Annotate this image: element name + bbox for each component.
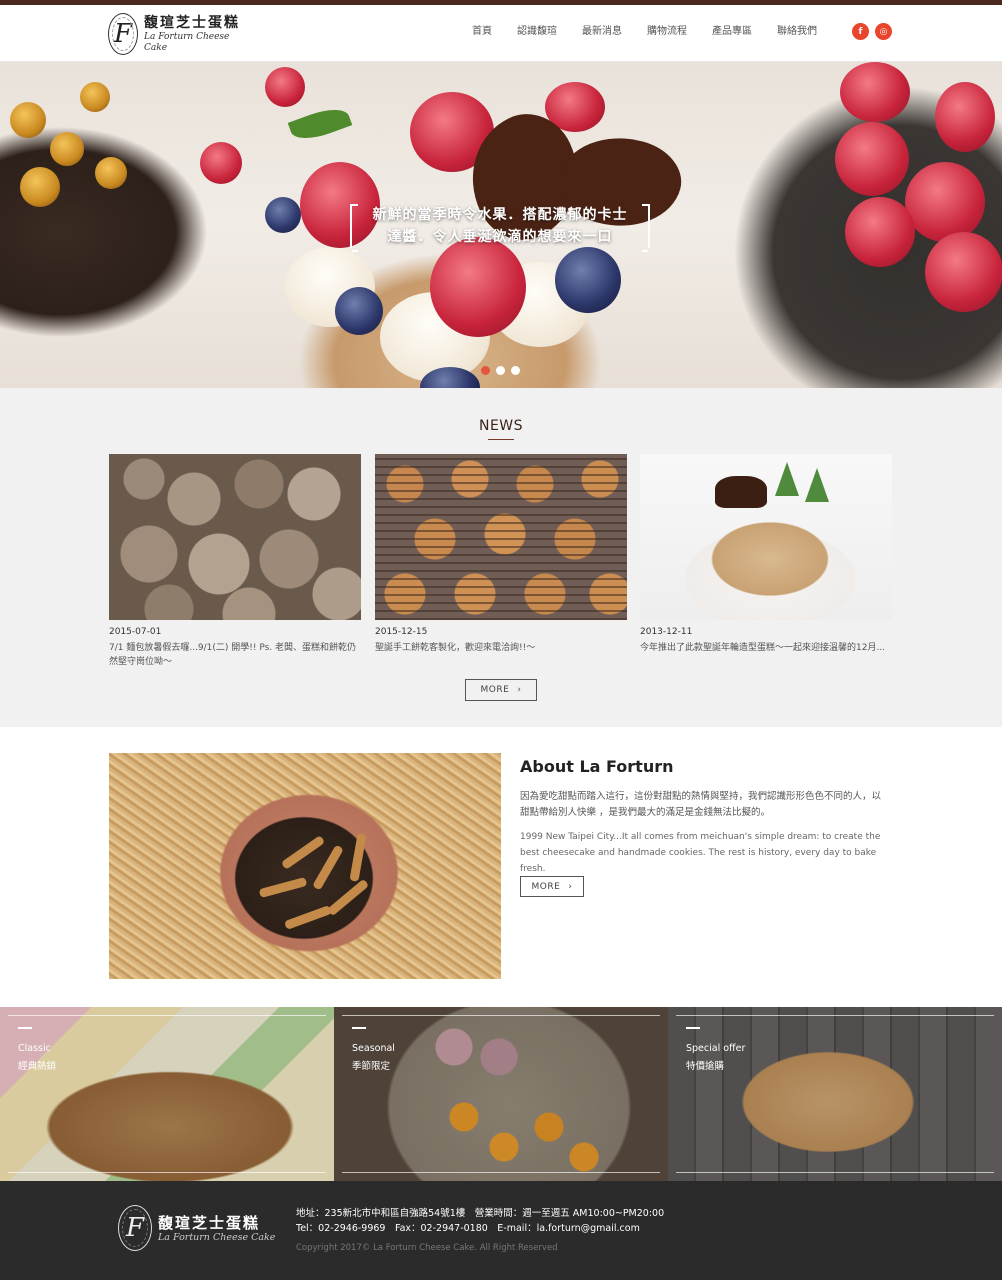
hero-caption-line-2: 達醬．令人垂涎欲滴的想要來一口	[387, 229, 613, 245]
site-header: F 馥瑄芝士蛋糕 La Forturn Cheese Cake 首頁 認識馥瑄 …	[0, 5, 1002, 62]
decor-blueberry	[335, 287, 383, 335]
site-logo[interactable]: F 馥瑄芝士蛋糕 La Forturn Cheese Cake	[108, 11, 248, 57]
news-date: 2013-12-11	[640, 627, 693, 637]
about-text-zh: 因為愛吃甜點而踏入這行，這份對甜點的熱情與堅持，我們認識形形色色不同的人，以甜點…	[520, 791, 882, 818]
social-links: f ◎	[852, 23, 898, 40]
news-image-bread[interactable]	[109, 454, 361, 620]
decor-raspberry	[430, 237, 526, 337]
news-more-button[interactable]: MORE ›	[465, 679, 537, 701]
news-card[interactable]: 2015-07-01 7/1 麵包放暑假去囉...9/1(二) 開學!! Ps.…	[109, 454, 361, 669]
decor-nut	[50, 132, 84, 166]
about-image	[109, 753, 501, 979]
category-accent-bar	[18, 1027, 32, 1029]
footer-phone-email: Tel：02-2946-9969 Fax：02-2947-0180 E-mail…	[296, 1223, 640, 1234]
nav-about[interactable]: 認識馥瑄	[517, 25, 557, 39]
slider-dots	[481, 366, 526, 375]
footer-address: 地址：235新北市中和區自強路54號1樓 營業時間：週一至週五 AM10:00~…	[296, 1208, 665, 1219]
news-excerpt[interactable]: 今年推出了此款聖誕年輪造型蛋糕～一起來迎接溫馨的12月...	[640, 641, 892, 655]
nav-shopping-process[interactable]: 購物流程	[647, 25, 687, 39]
footer-contact-info: 地址：235新北市中和區自強路54號1樓 營業時間：週一至週五 AM10:00~…	[296, 1206, 664, 1236]
nav-products[interactable]: 產品專區	[712, 25, 752, 39]
decor-nut	[80, 82, 110, 112]
category-accent-bar	[352, 1027, 366, 1029]
footer-logo[interactable]: F 馥瑄芝士蛋糕 La Forturn Cheese Cake	[118, 1205, 275, 1251]
hero-slider: 新鮮的當季時令水果．搭配濃郁的卡士 達醬．令人垂涎欲滴的想要來一口	[0, 62, 1002, 388]
decor-mint-leaf	[287, 102, 353, 146]
logo-emblem: F	[118, 1205, 152, 1251]
category-label-zh: 特價搶購	[686, 1061, 725, 1072]
hero-caption: 新鮮的當季時令水果．搭配濃郁的卡士 達醬．令人垂涎欲滴的想要來一口	[350, 204, 650, 252]
category-seasonal[interactable]: Seasonal 季節限定	[334, 1007, 668, 1181]
decor-hands-bowl	[109, 753, 501, 979]
decor-raspberry	[905, 162, 985, 242]
news-heading-underline	[488, 439, 514, 440]
footer-brand-en: La Forturn Cheese Cake	[158, 1231, 276, 1243]
chevron-right-icon: ›	[568, 881, 573, 892]
decor-tree	[805, 468, 829, 502]
about-text-en: 1999 New Taipei City...It all comes from…	[520, 832, 881, 874]
nav-contact[interactable]: 聯絡我們	[777, 25, 817, 39]
news-card[interactable]: 2013-12-11 今年推出了此款聖誕年輪造型蛋糕～一起來迎接溫馨的12月..…	[640, 454, 892, 655]
decor-raspberry	[925, 232, 1002, 312]
decor-reindeer	[715, 476, 767, 508]
decor-nut	[95, 157, 127, 189]
news-heading: NEWS	[478, 418, 524, 434]
category-classic[interactable]: Classic 經典熱銷	[0, 1007, 334, 1181]
about-more-button[interactable]: MORE ›	[520, 876, 584, 897]
decor-tree	[775, 462, 799, 496]
decor-raspberry	[845, 197, 915, 267]
category-label-en: Special offer	[686, 1043, 746, 1054]
logo-text: 馥瑄芝士蛋糕 La Forturn Cheese Cake	[144, 14, 248, 54]
footer-copyright: Copyright 2017© La Forturn Cheese Cake. …	[296, 1243, 558, 1253]
hero-caption-line-1: 新鮮的當季時令水果．搭配濃郁的卡士	[372, 207, 628, 223]
site-footer: F 馥瑄芝士蛋糕 La Forturn Cheese Cake 地址：235新北…	[0, 1181, 1002, 1280]
logo-name-zh: 馥瑄芝士蛋糕	[144, 15, 241, 31]
category-special-offer[interactable]: Special offer 特價搶購	[668, 1007, 1002, 1181]
news-image-cookies[interactable]	[375, 454, 627, 620]
slider-dot-1[interactable]	[481, 366, 490, 375]
slider-dot-2[interactable]	[496, 366, 505, 375]
news-excerpt[interactable]: 聖誕手工餅乾客製化，歡迎來電洽詢!!～	[375, 641, 627, 655]
footer-brand-zh: 馥瑄芝士蛋糕	[158, 1213, 261, 1232]
news-date: 2015-07-01	[109, 627, 162, 637]
facebook-icon[interactable]: f	[852, 23, 869, 40]
news-image-log-cake[interactable]	[640, 454, 892, 620]
nav-home[interactable]: 首頁	[472, 25, 492, 39]
decor-raspberry	[835, 122, 909, 196]
slider-dot-3[interactable]	[511, 366, 520, 375]
decor-blueberry	[555, 247, 621, 313]
decor-raspberry	[840, 62, 910, 122]
decor-cranberry	[265, 67, 305, 107]
logo-emblem: F	[108, 13, 139, 55]
category-label-zh: 季節限定	[352, 1061, 391, 1072]
decor-raspberry	[935, 82, 995, 152]
news-section: NEWS 2015-07-01 7/1 麵包放暑假去囉...9/1(二) 開學!…	[0, 388, 1002, 727]
category-accent-bar	[686, 1027, 700, 1029]
about-heading: About La Forturn	[520, 757, 674, 776]
category-label-en: Seasonal	[352, 1043, 395, 1054]
decor-cranberry	[200, 142, 242, 184]
decor-nut	[10, 102, 46, 138]
decor-nut	[20, 167, 60, 207]
main-nav: 首頁 認識馥瑄 最新消息 購物流程 產品專區 聯絡我們	[472, 25, 842, 39]
decor-blueberry	[265, 197, 301, 233]
instagram-icon[interactable]: ◎	[875, 23, 892, 40]
product-categories: Classic 經典熱銷 Seasonal 季節限定 Special offer…	[0, 1007, 1002, 1181]
category-label-zh: 經典熱銷	[18, 1061, 57, 1072]
news-excerpt[interactable]: 7/1 麵包放暑假去囉...9/1(二) 開學!! Ps. 老闆、蛋糕和餅乾仍然…	[109, 641, 361, 669]
category-label-en: Classic	[18, 1043, 51, 1054]
logo-name-en: La Forturn Cheese Cake	[144, 32, 230, 53]
nav-news[interactable]: 最新消息	[582, 25, 622, 39]
news-date: 2015-12-15	[375, 627, 428, 637]
news-card[interactable]: 2015-12-15 聖誕手工餅乾客製化，歡迎來電洽詢!!～	[375, 454, 627, 655]
chevron-right-icon: ›	[517, 685, 522, 695]
